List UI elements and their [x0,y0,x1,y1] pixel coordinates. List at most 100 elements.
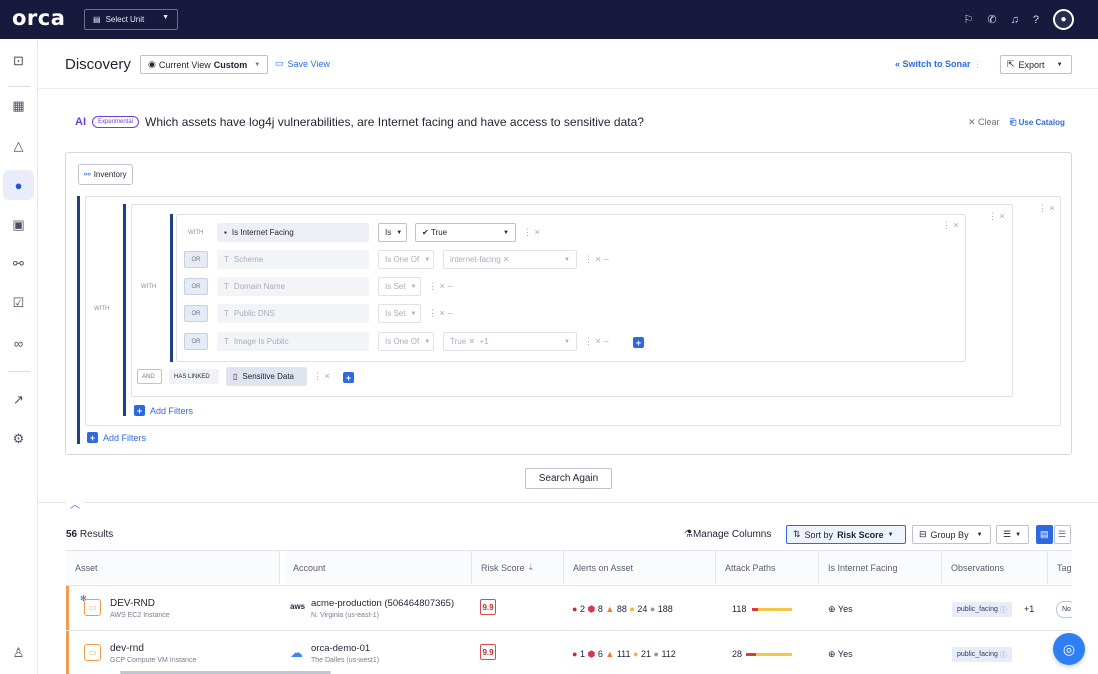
top-icons: ⚐ ✆ ♫ ? ● [964,9,1074,30]
attack-paths-count[interactable]: 118 [732,604,746,614]
aws-icon: aws [290,602,306,611]
or-toggle[interactable]: OR [184,251,208,268]
column-header-risk-score[interactable]: Risk Score ⇣ [472,551,564,584]
column-header-alerts[interactable]: Alerts on Asset [564,551,716,584]
observation-pill[interactable]: public_facing ⓘ [952,602,1012,617]
search-again-button[interactable]: Search Again [525,468,612,489]
graph-icon: ⚯ [84,170,91,179]
chat-support-icon[interactable]: ◎ [1053,633,1085,665]
filter-field-label: Public DNS [233,309,275,318]
attack-paths-count[interactable]: 28 [732,649,742,659]
asset-name[interactable]: dev-rnd [110,643,144,654]
or-toggle[interactable]: OR [184,278,208,295]
add-row-icon[interactable]: + [633,337,644,348]
value-select[interactable]: internet-facing ✕ ▼ [443,250,577,269]
ai-label: AI [75,116,86,128]
account-name[interactable]: acme-production (506464807365) [311,598,454,609]
ai-question[interactable]: Which assets have log4j vulnerabilities,… [145,115,644,129]
tag-pill[interactable]: No [1056,601,1072,618]
row-menu-icon[interactable]: ⋮ × ⌣ [584,254,609,265]
operator-select[interactable]: Is ▼ [378,223,407,242]
add-filters-button[interactable]: + Add Filters [134,405,193,416]
column-header-attack-paths[interactable]: Attack Paths [716,551,819,584]
column-header-asset[interactable]: Asset [66,551,280,584]
or-toggle[interactable]: OR [184,333,208,350]
value-select[interactable]: True ✕ +1 ▼ [443,332,577,351]
filter-field-label: Is Internet Facing [231,228,294,237]
medium-count: 111 [616,649,631,659]
account-name[interactable]: orca-demo-01 [311,643,370,654]
observation-label: public_facing [957,606,998,613]
operator-select[interactable]: Is Set ▼ [378,304,421,323]
switch-to-sonar-link[interactable]: « Switch to Sonar ⋮ [895,59,982,70]
row-menu-icon[interactable]: ⋮ × ⌣ [428,281,453,292]
operator-select[interactable]: Is Set ▼ [378,277,421,296]
group-menu-icon[interactable]: ⋮ × [1038,203,1055,214]
operator-select[interactable]: Is One Of ▼ [378,250,434,269]
account-region: The Dalles (us-west1) [311,657,380,664]
row-menu-icon[interactable]: ⋮ × [313,371,330,382]
discovery-icon[interactable]: ● [3,170,34,200]
column-header-tag[interactable]: Tag [1048,551,1072,584]
high-count: 6 [597,649,603,659]
row-menu-icon[interactable]: ⋮ × [523,227,540,238]
clear-button[interactable]: ✕ Clear [968,117,1000,128]
table-view-icon[interactable]: ▤ [1036,525,1053,544]
row-menu-icon[interactable]: ⋮ × ⌣ [584,336,609,347]
value-select[interactable]: ✔ True ▼ [415,223,516,242]
filter-field[interactable]: T Public DNS [217,304,369,323]
dashboard-icon[interactable]: ▦ [3,91,34,121]
density-button[interactable]: ☰ ▼ [996,525,1029,544]
help-icon[interactable]: ? [1033,14,1039,26]
column-header-internet-facing[interactable]: Is Internet Facing [819,551,942,584]
asset-name[interactable]: DEV-RND [110,598,155,609]
save-icon: ▭ [275,58,284,68]
add-filters-button[interactable]: + Add Filters [87,432,146,443]
compliance-icon[interactable]: ▣ [3,210,34,240]
group-menu-icon[interactable]: ⋮ × [988,211,1005,222]
user-avatar-icon[interactable]: ● [1053,9,1074,30]
settings-icon[interactable]: ⚙ [3,424,34,454]
group-menu-icon[interactable]: ⋮ × [942,220,959,231]
filter-field[interactable]: T Scheme [217,250,369,269]
operator-select[interactable]: Is One Of ▼ [378,332,434,351]
add-linked-icon[interactable]: + [343,372,354,383]
linked-filter[interactable]: ▯ Sensitive Data [226,367,307,386]
flag-icon[interactable]: ⚐ [964,13,974,26]
select-unit-dropdown[interactable]: ▤ Select Unit ▼ [84,9,178,30]
group-by-button[interactable]: ⊟ Group By ▼ [912,525,991,544]
filter-field[interactable]: ▪ Is Internet Facing [217,223,369,242]
bell-icon[interactable]: ♫ [1011,14,1019,26]
graph-icon[interactable]: ⚯ [3,249,34,279]
chevron-up-icon[interactable]: ︿ [66,496,84,511]
column-header-account[interactable]: Account [284,551,472,584]
export-button[interactable]: ⇱ Export ▼ [1000,55,1072,74]
column-header-observations[interactable]: Observations [942,551,1048,584]
clipboard-check-icon[interactable]: ☑ [3,288,34,318]
user-settings-icon[interactable]: ♙ [3,638,34,668]
sort-by-button[interactable]: ⇅ Sort by Risk Score ▼ [786,525,906,544]
row-menu-icon[interactable]: ⋮ × ⌣ [428,308,453,319]
use-catalog-button[interactable]: ⎗ Use Catalog [1010,118,1065,128]
megaphone-icon[interactable]: ✆ [987,13,996,26]
integrations-icon[interactable]: ↗ [3,385,34,415]
observation-pill[interactable]: public_facing ⓘ [952,647,1012,662]
list-view-icon[interactable]: ☰ [1054,525,1071,544]
current-view-dropdown[interactable]: ◉ Current View Custom ▼ [140,55,269,74]
filter-field[interactable]: T Image Is Public [217,332,369,351]
lock-icon[interactable]: ⊡ [3,46,34,76]
or-toggle[interactable]: OR [184,305,208,322]
observation-extra[interactable]: +1 [1024,604,1034,614]
filter-field[interactable]: T Domain Name [217,277,369,296]
and-toggle[interactable]: AND [137,369,162,384]
table-row[interactable]: ▭ dev-rnd GCP Compute VM Instance ☁ orca… [66,630,1072,674]
gcp-icon: ☁ [290,645,303,660]
inventory-button[interactable]: ⚯ Inventory [78,164,133,185]
alert-icon[interactable]: △ [3,131,34,161]
orca-logo[interactable]: orca [12,6,65,30]
glasses-icon[interactable]: ∞ [3,328,34,358]
save-view-button[interactable]: ▭ Save View [275,58,330,69]
manage-columns-button[interactable]: ⚗Manage Columns [684,529,771,540]
table-row[interactable]: ✻ ▭ DEV-RND AWS EC2 Instance aws acme-pr… [66,585,1072,631]
has-linked-label: HAS LINKED [169,369,219,384]
